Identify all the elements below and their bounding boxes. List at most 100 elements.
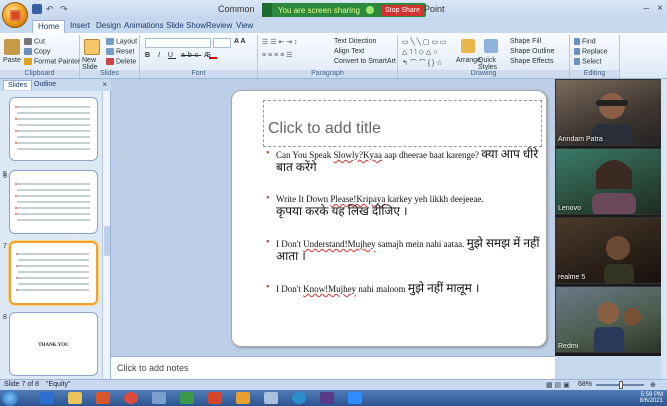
app-icon[interactable] bbox=[264, 392, 278, 404]
tab-insert[interactable]: Insert bbox=[70, 21, 90, 30]
slide-thumbnail[interactable] bbox=[9, 97, 98, 161]
bullet-item: Write It Down Please!Kripaya karkey yeh … bbox=[264, 193, 544, 218]
stop-share-button[interactable]: Stop Share bbox=[380, 4, 424, 16]
replace-button[interactable]: Replace bbox=[574, 48, 608, 55]
tab-design[interactable]: Design bbox=[96, 21, 121, 30]
sharing-message: You are screen sharing bbox=[278, 5, 360, 15]
shape-outline-button[interactable]: Shape Outline bbox=[510, 48, 554, 55]
font-name-box[interactable] bbox=[145, 38, 211, 48]
tab-animations[interactable]: Animations bbox=[124, 21, 164, 30]
right-scrollbar[interactable] bbox=[661, 79, 667, 379]
undo-icon[interactable]: ↶ bbox=[46, 4, 56, 14]
quick-styles-button[interactable]: Quick Styles bbox=[478, 57, 504, 71]
tab-home[interactable]: Home bbox=[32, 20, 66, 33]
text-direction-button[interactable]: Text Direction bbox=[334, 38, 376, 45]
paragraph-group: ☰ ☰ ⇤ ⇥ ↕ ≡ ≡ ≡ ≡ ☰ Text Direction Align… bbox=[258, 35, 398, 78]
bullets-icon[interactable]: ☰ ☰ ⇤ ⇥ ↕ bbox=[262, 38, 298, 46]
convert-smartart-button[interactable]: Convert to SmartArt bbox=[334, 58, 396, 65]
slide-canvas[interactable]: Click to add title Can You Speak Slowly?… bbox=[231, 90, 547, 347]
view-buttons-icon[interactable]: ▦ ▤ ▣ bbox=[546, 381, 570, 389]
folder-icon[interactable] bbox=[68, 392, 82, 404]
participant-video[interactable]: Redmi bbox=[555, 286, 667, 353]
slide-thumbnail-selected[interactable] bbox=[9, 241, 98, 305]
shapes-gallery-icon[interactable]: ▭ ╲ ╲ ▢ ▭ ▭ bbox=[402, 38, 447, 46]
slides-label: Slides bbox=[80, 70, 139, 78]
panel-scrollbar[interactable] bbox=[102, 91, 110, 379]
shapes-row2-icon[interactable]: △ ˥ ˥ ◇ △ ○ bbox=[402, 48, 437, 56]
find-button[interactable]: Find bbox=[574, 38, 596, 45]
new-slide-button[interactable]: New Slide bbox=[82, 57, 104, 71]
bullet-text: karkey yeh likkh deejeeae. bbox=[385, 194, 484, 204]
layout-button[interactable]: Layout bbox=[106, 38, 137, 45]
minimize-button[interactable]: – bbox=[643, 3, 649, 14]
participant-video[interactable]: realme 5 bbox=[555, 217, 667, 284]
font-color-icon[interactable]: A bbox=[204, 52, 217, 59]
app-icon[interactable] bbox=[292, 392, 306, 404]
app-icon[interactable] bbox=[320, 392, 334, 404]
replace-icon bbox=[574, 48, 580, 55]
slides-group: New Slide Layout Reset Delete Slides bbox=[80, 35, 140, 78]
format-painter-button[interactable]: Format Painter bbox=[24, 58, 80, 65]
cut-button[interactable]: Cut bbox=[24, 38, 45, 45]
tab-outline[interactable]: Outline bbox=[30, 80, 60, 89]
paste-icon[interactable] bbox=[4, 39, 20, 55]
tab-view[interactable]: View bbox=[236, 21, 253, 30]
delete-label: Delete bbox=[116, 58, 137, 66]
media-player-icon[interactable] bbox=[96, 392, 110, 404]
delete-icon bbox=[106, 58, 114, 65]
scroll-thumb[interactable] bbox=[104, 226, 110, 256]
align-icons[interactable]: ≡ ≡ ≡ ≡ ☰ bbox=[262, 51, 292, 59]
notes-pane[interactable]: Click to add notes bbox=[111, 356, 555, 379]
zoom-slider-handle[interactable] bbox=[619, 381, 623, 389]
redo-icon[interactable]: ↷ bbox=[60, 4, 70, 14]
participant-video[interactable]: Lenovo bbox=[555, 148, 667, 215]
font-size-box[interactable] bbox=[213, 38, 231, 48]
clipboard-group: Paste Cut Copy Format Painter Clipboard bbox=[0, 35, 80, 78]
tab-review[interactable]: Review bbox=[206, 21, 232, 30]
close-button[interactable]: × bbox=[657, 3, 663, 14]
chrome-icon[interactable] bbox=[124, 392, 138, 404]
windows-taskbar: 5:59 PM 8/6/2021 bbox=[0, 390, 667, 406]
tab-slide-show[interactable]: Slide Show bbox=[166, 21, 206, 30]
participant-video[interactable]: Arindam Patra bbox=[555, 79, 667, 146]
participant-name: Lenovo bbox=[558, 205, 581, 212]
select-button[interactable]: Select bbox=[574, 58, 601, 65]
powerpoint-icon[interactable] bbox=[208, 392, 222, 404]
quick-styles-icon[interactable] bbox=[484, 39, 498, 53]
reset-icon bbox=[106, 48, 114, 55]
shapes-row3-icon[interactable]: ↰ ⌒ ⌒ { } ☆ bbox=[402, 58, 443, 68]
tab-slides[interactable]: Slides bbox=[3, 80, 33, 90]
fit-window-icon[interactable]: ⊕ bbox=[650, 381, 656, 389]
arrange-icon[interactable] bbox=[461, 39, 475, 53]
slide-thumbnail[interactable] bbox=[9, 170, 98, 234]
title-placeholder[interactable]: Click to add title bbox=[263, 100, 542, 147]
new-slide-icon[interactable] bbox=[84, 39, 100, 55]
slide-info: Slide 7 of 8 bbox=[4, 381, 40, 388]
delete-button[interactable]: Delete bbox=[106, 58, 136, 65]
paste-button[interactable]: Paste bbox=[3, 57, 21, 64]
reset-button[interactable]: Reset bbox=[106, 48, 134, 55]
copy-button[interactable]: Copy bbox=[24, 48, 50, 55]
shape-fill-button[interactable]: Shape Fill bbox=[510, 38, 541, 45]
excel-icon[interactable] bbox=[180, 392, 194, 404]
shape-effects-button[interactable]: Shape Effects bbox=[510, 58, 553, 65]
close-panel-icon[interactable]: × bbox=[102, 80, 107, 89]
grow-font-icon[interactable]: A A bbox=[234, 38, 246, 45]
bullet-list[interactable]: Can You Speak Slowly?Kyaa aap dheeraе ba… bbox=[264, 148, 544, 295]
ie-icon[interactable] bbox=[40, 392, 54, 404]
slide-thumbnail[interactable]: THANK YOU bbox=[9, 312, 98, 376]
align-text-button[interactable]: Align Text bbox=[334, 48, 364, 55]
save-icon[interactable] bbox=[32, 4, 42, 14]
brush-icon bbox=[24, 58, 32, 65]
zoom-app-icon[interactable] bbox=[348, 392, 362, 404]
reset-label: Reset bbox=[116, 48, 135, 56]
layout-label: Layout bbox=[116, 38, 138, 46]
start-button-icon[interactable] bbox=[2, 390, 18, 406]
bullet-text: Slowly?Kyaa bbox=[333, 150, 383, 160]
system-tray[interactable]: 5:59 PM 8/6/2021 bbox=[640, 392, 663, 404]
app-icon[interactable] bbox=[236, 392, 250, 404]
drag-handle[interactable] bbox=[262, 3, 272, 17]
bullet-text: Can You Speak bbox=[276, 150, 334, 160]
app-icon[interactable] bbox=[152, 392, 166, 404]
office-button[interactable] bbox=[2, 2, 28, 28]
